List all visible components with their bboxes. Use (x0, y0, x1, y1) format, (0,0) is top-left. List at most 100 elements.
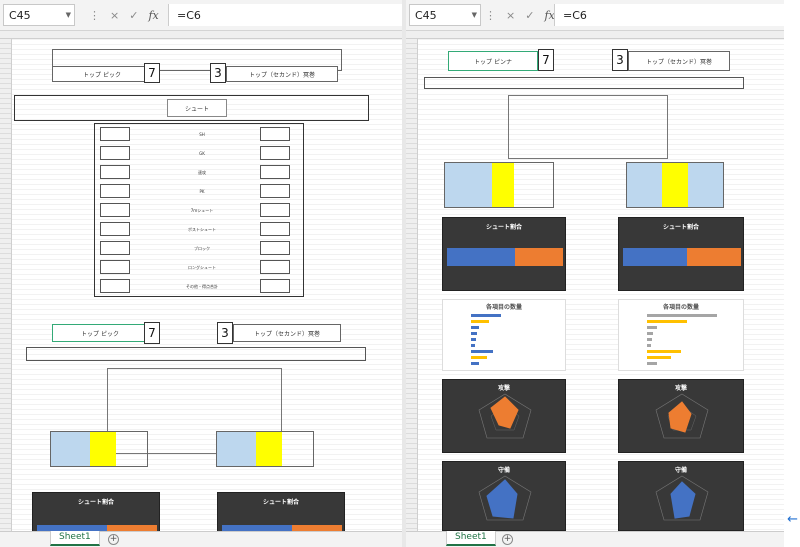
shoot-label: シュート (184, 105, 209, 113)
color-table-right (216, 431, 314, 467)
confirm-icon[interactable]: ✓ (129, 9, 138, 22)
dropdown-button-left[interactable] (100, 165, 130, 179)
team-left-name: トップ ピンナ (474, 58, 512, 66)
score-left: 7 (144, 63, 160, 83)
add-sheet-icon[interactable]: + (502, 534, 513, 545)
team-left-box: トップ ピンナ (448, 51, 538, 71)
row-headers[interactable] (0, 39, 12, 531)
column-headers[interactable] (406, 31, 784, 39)
stats-table (508, 95, 668, 159)
chart-bar-orange (687, 248, 741, 266)
dropdown-button-left[interactable] (100, 241, 130, 255)
counts-chart-left-title: 各項目の数量 (485, 304, 522, 311)
chevron-down-icon[interactable]: ▼ (472, 11, 477, 19)
dropdown-button-left[interactable] (100, 203, 130, 217)
sheet-tab[interactable]: Sheet1 (446, 531, 496, 546)
row-label: PK (199, 189, 205, 194)
dropdown-button-left[interactable] (100, 279, 130, 293)
dropdown-button-right[interactable] (260, 203, 290, 217)
cancel-icon[interactable]: × (110, 9, 119, 22)
row-label: SH (199, 132, 205, 137)
sheet-tab-bar: Sheet1 + (406, 531, 784, 547)
confirm-icon[interactable]: ✓ (525, 9, 534, 22)
count-bar (471, 362, 479, 365)
right-excel-window: C45 ▼ ⋮ × ✓ fx =C6 トップ ピンナ 7 3 トップ（セカンド）冥… (406, 0, 784, 547)
cell-grid[interactable]: トップ ピック 7 3 トップ（セカンド）冥巻 シュート SH GK 速攻 PK 7ｍシ… (12, 39, 402, 547)
team-right-name-2: トップ（セカンド）冥巻 (253, 330, 320, 338)
counts-chart-right[interactable]: 各項目の数量 (618, 299, 744, 371)
count-bar (471, 356, 487, 359)
chevron-down-icon[interactable]: ▼ (66, 11, 71, 19)
dropdown-button-left[interactable] (100, 127, 130, 141)
shoot-chart-right[interactable]: シュート割合 (618, 217, 744, 291)
defense-radar-left (478, 475, 532, 521)
cancel-icon[interactable]: × (506, 9, 515, 22)
team-left-box-2: トップ ピック (52, 324, 148, 342)
counts-chart-left[interactable]: 各項目の数量 (442, 299, 566, 371)
team-right-box: トップ（セカンド）冥巻 (226, 66, 338, 82)
dropdown-button-right[interactable] (260, 127, 290, 141)
count-bar (647, 338, 652, 341)
count-bar (647, 326, 657, 329)
shoot-chart-left-title: シュート割合 (77, 499, 114, 506)
attack-chart-right[interactable]: 攻撃 (618, 379, 744, 453)
team-left-name-2: トップ ピック (81, 330, 119, 338)
add-sheet-icon[interactable]: + (108, 534, 119, 545)
shoot-chart-left[interactable]: シュート割合 (442, 217, 566, 291)
function-icon[interactable]: fx (148, 9, 158, 22)
count-bar (647, 320, 687, 323)
dots-icon: ⋮ (485, 8, 496, 22)
row-headers[interactable] (406, 39, 418, 531)
dropdown-button-right[interactable] (260, 184, 290, 198)
score-right-value: 3 (616, 53, 624, 67)
dropdown-button-left[interactable] (100, 184, 130, 198)
dropdown-button-right[interactable] (260, 146, 290, 160)
team-right-name: トップ（セカンド）冥巻 (248, 71, 315, 79)
count-bar (647, 314, 717, 317)
attack-radar-left (478, 393, 532, 439)
left-excel-window: C45 ▼ ⋮ × ✓ fx =C6 トップ ピック 7 3 トップ（セカンド）冥… (0, 0, 402, 547)
team-right-box: トップ（セカンド）冥巻 (628, 51, 730, 71)
dropdown-button-right[interactable] (260, 241, 290, 255)
dropdown-button-right[interactable] (260, 260, 290, 274)
row-label: ポストシュート (188, 227, 216, 232)
formula-bar: C45 ▼ ⋮ × ✓ fx =C6 (406, 0, 784, 31)
count-bar (471, 338, 476, 341)
dropdown-button-right[interactable] (260, 279, 290, 293)
count-bar (647, 350, 681, 353)
count-bar (471, 314, 501, 317)
defense-chart-left[interactable]: 守備 (442, 461, 566, 531)
count-bar (471, 344, 475, 347)
dropdown-button-left[interactable] (100, 146, 130, 160)
attack-chart-left[interactable]: 攻撃 (442, 379, 566, 453)
attack-radar-right (655, 393, 709, 439)
name-box[interactable]: C45 ▼ (3, 4, 75, 26)
dropdown-button-left[interactable] (100, 260, 130, 274)
row-label: GK (199, 151, 205, 156)
formula-input[interactable]: =C6 (554, 4, 784, 26)
score-left-2: 7 (144, 322, 160, 344)
column-headers[interactable] (0, 31, 402, 39)
color-table-right (626, 162, 724, 208)
count-bar (647, 356, 671, 359)
dropdown-button-left[interactable] (100, 222, 130, 236)
score-left: 7 (538, 49, 554, 71)
row-label: 速攻 (198, 170, 206, 175)
dropdown-button-right[interactable] (260, 222, 290, 236)
defense-chart-right[interactable]: 守備 (618, 461, 744, 531)
shoot-chart-left-title: シュート割合 (485, 224, 522, 231)
formula-value: =C6 (563, 8, 587, 22)
score-right: 3 (210, 63, 226, 83)
sheet-tab[interactable]: Sheet1 (50, 531, 100, 546)
count-bar (647, 332, 653, 335)
score-left-value: 7 (148, 66, 156, 80)
dropdown-button-right[interactable] (260, 165, 290, 179)
name-box[interactable]: C45 ▼ (409, 4, 481, 26)
count-bar (647, 362, 657, 365)
cell-grid[interactable]: トップ ピンナ 7 3 トップ（セカンド）冥巻 シュート割合 シュート割合 各項… (418, 39, 784, 531)
team-right-name: トップ（セカンド）冥巻 (645, 58, 712, 66)
formula-input[interactable]: =C6 (168, 4, 402, 26)
row-label: ロングシュート (188, 265, 216, 270)
collapse-arrow-icon[interactable]: ← (787, 512, 798, 527)
score-right-value-2: 3 (221, 326, 229, 340)
